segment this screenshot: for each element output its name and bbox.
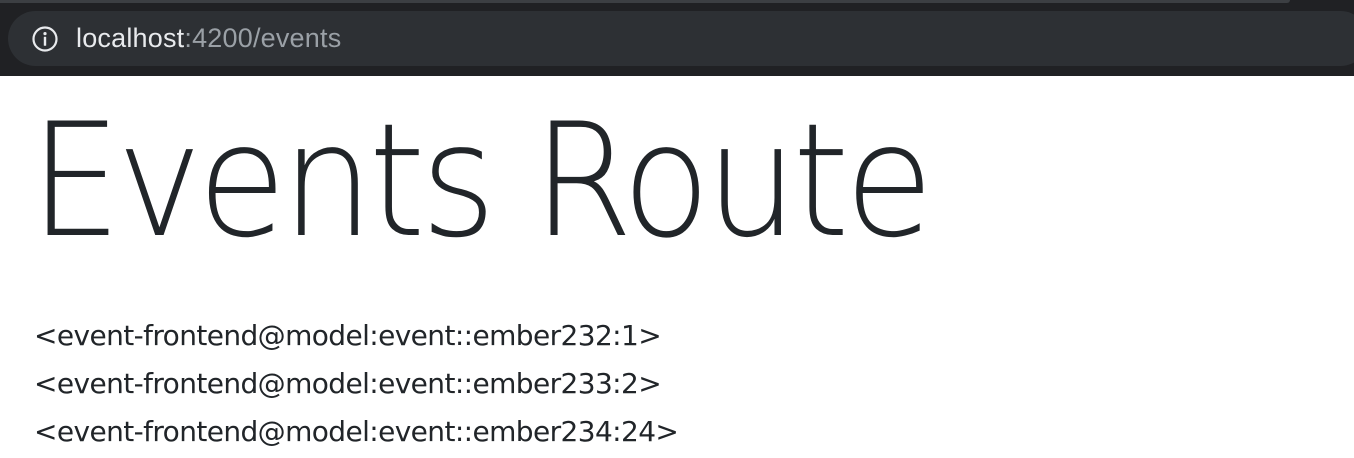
url-path: :4200/events	[184, 23, 342, 53]
event-record-list: <event-frontend@model:event::ember232:1>…	[34, 312, 679, 456]
page-content: Events Route <event-frontend@model:event…	[0, 76, 1354, 458]
address-bar[interactable]: localhost:4200/events	[8, 11, 1354, 66]
event-record: <event-frontend@model:event::ember234:24…	[34, 415, 679, 448]
url-text[interactable]: localhost:4200/events	[76, 23, 341, 54]
event-record: <event-frontend@model:event::ember232:1>	[34, 319, 662, 352]
browser-toolbar: localhost:4200/events	[0, 0, 1354, 76]
tab-strip-edge	[0, 0, 1290, 3]
url-host: localhost	[76, 23, 185, 53]
page-title: Events Route	[30, 90, 934, 273]
event-record: <event-frontend@model:event::ember233:2>	[34, 367, 662, 400]
info-icon[interactable]	[31, 25, 59, 53]
